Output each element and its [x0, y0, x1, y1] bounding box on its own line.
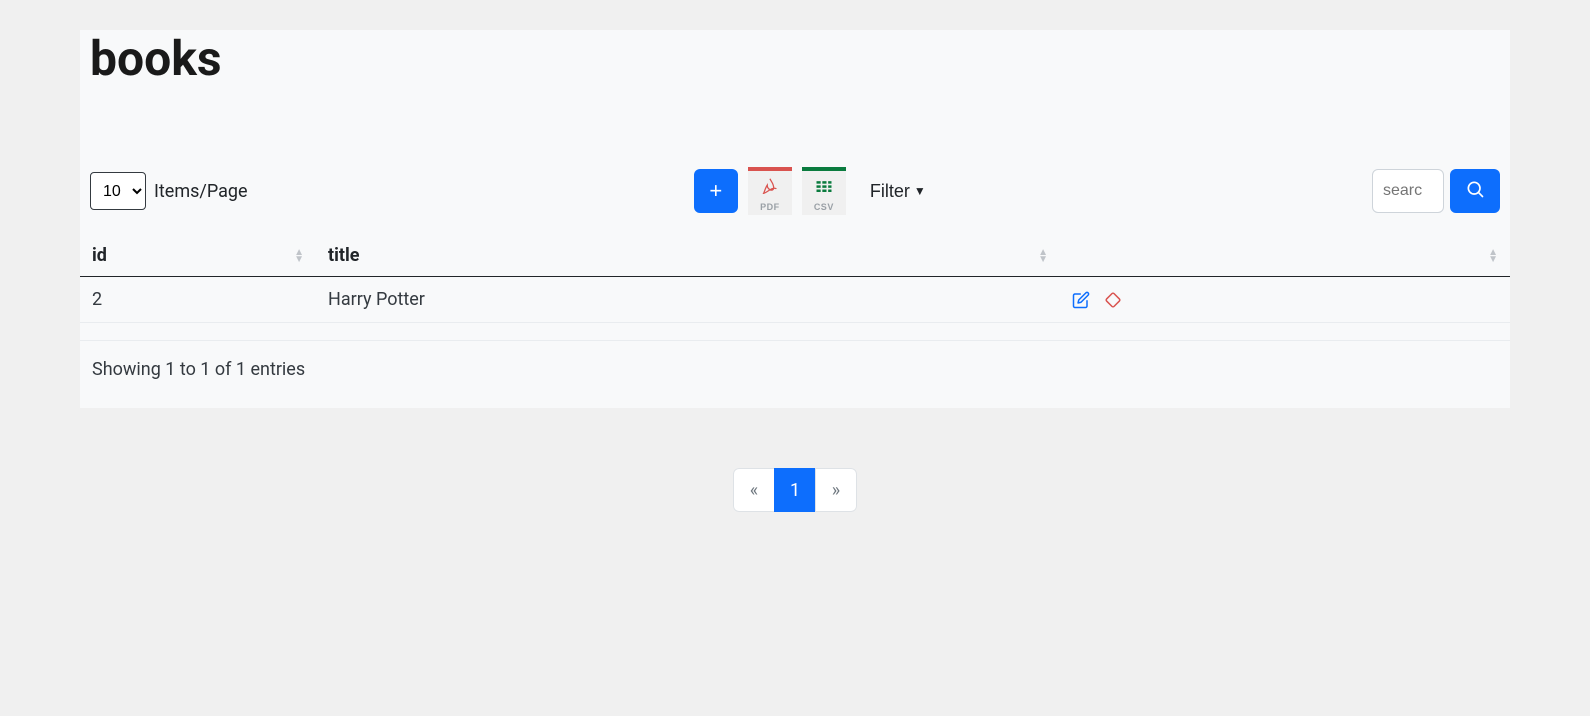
search-input[interactable] [1372, 169, 1444, 213]
caret-down-icon: ▼ [914, 184, 926, 198]
column-header-id[interactable]: id ▲▼ [80, 235, 316, 277]
page-title: books [80, 30, 1510, 87]
pdf-label: PDF [760, 202, 780, 215]
items-per-page-label: Items/Page [154, 181, 248, 202]
csv-icon [814, 171, 834, 202]
filter-label: Filter [870, 181, 910, 202]
pagination: « 1 » [733, 468, 857, 512]
items-per-page-select[interactable]: 10 [90, 172, 146, 210]
edit-icon [1072, 291, 1090, 309]
column-header-title[interactable]: title ▲▼ [316, 235, 1060, 277]
showing-entries: Showing 1 to 1 of 1 entries [80, 341, 1510, 388]
column-header-id-label: id [92, 245, 107, 266]
pagination-page-1[interactable]: 1 [774, 468, 816, 512]
export-csv-button[interactable]: CSV [802, 167, 846, 215]
cell-id: 2 [80, 277, 316, 323]
column-header-title-label: title [328, 245, 359, 266]
search-button[interactable] [1450, 169, 1500, 213]
edit-button[interactable] [1072, 291, 1090, 309]
cell-actions [1060, 277, 1510, 323]
pagination-next[interactable]: » [815, 468, 857, 512]
sort-icon: ▲▼ [294, 249, 304, 263]
pdf-icon [759, 171, 781, 202]
eraser-icon [1104, 291, 1122, 309]
filter-dropdown[interactable]: Filter ▼ [870, 181, 926, 202]
data-table: id ▲▼ title ▲▼ ▲▼ 2 Harry Potter [80, 235, 1510, 323]
toolbar: 10 Items/Page + PDF [80, 167, 1510, 235]
pagination-prev[interactable]: « [733, 468, 775, 512]
delete-button[interactable] [1104, 291, 1122, 309]
sort-icon: ▲▼ [1038, 249, 1048, 263]
search-icon [1465, 179, 1485, 204]
table-row: 2 Harry Potter [80, 277, 1510, 323]
cell-title: Harry Potter [316, 277, 1060, 323]
column-header-actions: ▲▼ [1060, 235, 1510, 277]
export-pdf-button[interactable]: PDF [748, 167, 792, 215]
add-button[interactable]: + [694, 169, 738, 213]
csv-label: CSV [814, 202, 834, 215]
sort-icon: ▲▼ [1488, 249, 1498, 263]
